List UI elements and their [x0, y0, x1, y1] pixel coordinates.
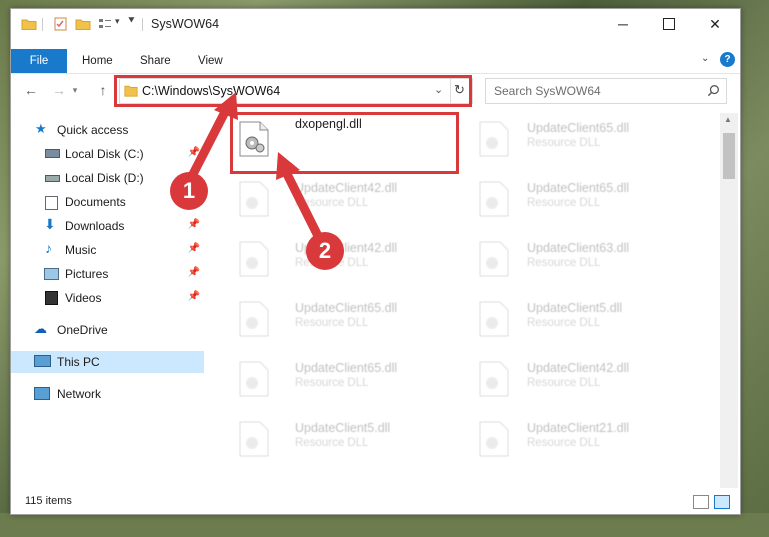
step-badge-2: 2 [306, 232, 344, 270]
item-count: 115 items [25, 495, 72, 507]
tab-view[interactable]: View [198, 49, 223, 73]
dll-file-icon [239, 421, 269, 457]
pin-icon[interactable]: 📌 [188, 219, 200, 230]
file-item[interactable]: UpdateClient5.dll Resource DLL [473, 295, 703, 351]
dll-file-icon [239, 301, 269, 337]
file-highlight-box [230, 112, 459, 174]
dll-file-icon [479, 361, 509, 397]
dll-file-icon [479, 181, 509, 217]
forward-button[interactable]: → [49, 80, 69, 100]
new-folder-icon[interactable] [75, 16, 91, 32]
details-view-icon[interactable] [693, 495, 709, 509]
sidebar-item-quick-access[interactable]: ★ Quick access [11, 119, 204, 141]
file-item[interactable]: UpdateClient42.dll Resource DLL [473, 355, 703, 411]
sidebar-item-onedrive[interactable]: ☁ OneDrive [11, 319, 204, 341]
sidebar-item-local-disk-c[interactable]: Local Disk (C:) 📌 [11, 143, 204, 165]
vertical-scrollbar[interactable]: ▲ [720, 113, 738, 488]
view-options-icon[interactable] [97, 16, 113, 32]
file-item[interactable]: UpdateClient42.dll Resource DLL [233, 175, 463, 231]
ribbon-tabs: File Home Share View ⌄ ? [11, 49, 740, 74]
up-button[interactable]: ↑ [93, 80, 113, 100]
star-icon: ★ [35, 121, 47, 136]
maximize-button[interactable] [646, 9, 692, 39]
customize-toolbar-icon[interactable]: ⯆ [127, 15, 136, 28]
documents-icon [45, 196, 58, 210]
pin-icon[interactable]: 📌 [188, 147, 200, 158]
window-title: SysWOW64 [151, 17, 220, 31]
videos-icon [45, 291, 58, 305]
pin-icon[interactable]: 📌 [188, 243, 200, 254]
computer-icon [34, 355, 51, 367]
back-button[interactable]: ← [21, 80, 41, 100]
search-icon [707, 85, 719, 97]
search-box[interactable]: Search SysWOW64 [485, 78, 727, 104]
folder-icon [21, 19, 37, 30]
sidebar-item-downloads[interactable]: ⬇ Downloads 📌 [11, 215, 204, 237]
close-button[interactable]: ✕ [692, 9, 738, 39]
file-item[interactable]: UpdateClient5.dll Resource DLL [233, 415, 463, 471]
step-badge-1: 1 [170, 172, 208, 210]
file-item[interactable]: UpdateClient63.dll Resource DLL [473, 235, 703, 291]
scrollbar-thumb[interactable] [723, 133, 735, 179]
large-icons-view-icon[interactable] [714, 495, 730, 509]
navigation-pane: ★ Quick access Local Disk (C:) 📌 Local D… [11, 113, 207, 493]
sidebar-item-pictures[interactable]: Pictures 📌 [11, 263, 204, 285]
dll-file-icon [239, 241, 269, 277]
sidebar-item-music[interactable]: ♪ Music 📌 [11, 239, 204, 261]
dll-file-icon [479, 301, 509, 337]
sidebar-item-this-pc[interactable]: This PC [11, 351, 204, 373]
tab-home[interactable]: Home [82, 49, 113, 73]
file-item[interactable]: UpdateClient42.dll Resource DLL [233, 235, 463, 291]
recent-locations-button[interactable]: ▾ [69, 80, 81, 100]
forward-arrow-icon: → [52, 82, 66, 98]
title-bar: ▾ ⯆ SysWOW64 ─ ✕ [11, 9, 740, 39]
file-item[interactable]: UpdateClient65.dll Resource DLL [233, 355, 463, 411]
search-placeholder: Search SysWOW64 [494, 84, 601, 98]
drive-icon [45, 149, 60, 158]
minimize-icon: ─ [618, 16, 628, 32]
properties-icon[interactable] [53, 16, 69, 32]
dll-file-icon [239, 181, 269, 217]
drive-icon [45, 175, 60, 182]
dll-file-icon [479, 421, 509, 457]
dll-file-icon [479, 121, 509, 157]
scroll-up-icon[interactable]: ▲ [724, 115, 732, 124]
pin-icon[interactable]: 📌 [188, 267, 200, 278]
network-icon [34, 387, 50, 400]
sidebar-item-network[interactable]: Network [11, 383, 204, 405]
dll-file-icon [239, 361, 269, 397]
chevron-down-icon[interactable]: ▾ [115, 16, 120, 27]
cloud-icon: ☁ [34, 321, 47, 336]
minimize-button[interactable]: ─ [600, 9, 646, 39]
tab-file[interactable]: File [11, 49, 67, 73]
address-highlight-box [114, 75, 472, 107]
tab-share[interactable]: Share [140, 49, 171, 73]
back-arrow-icon: ← [24, 82, 38, 98]
close-icon: ✕ [709, 15, 721, 32]
file-item[interactable]: UpdateClient65.dll Resource DLL [233, 295, 463, 351]
up-arrow-icon: ↑ [99, 82, 107, 98]
status-bar: 115 items [11, 490, 740, 514]
pictures-icon [44, 268, 59, 280]
maximize-icon [663, 18, 675, 30]
chevron-down-icon: ▾ [72, 84, 78, 95]
help-icon[interactable]: ? [720, 52, 735, 67]
download-icon: ⬇ [44, 216, 56, 232]
pin-icon[interactable]: 📌 [188, 291, 200, 302]
dll-file-icon [479, 241, 509, 277]
music-icon: ♪ [45, 240, 52, 256]
file-item[interactable]: UpdateClient65.dll Resource DLL [473, 115, 703, 171]
file-item[interactable]: UpdateClient21.dll Resource DLL [473, 415, 703, 471]
sidebar-item-videos[interactable]: Videos 📌 [11, 287, 204, 309]
file-item[interactable]: UpdateClient65.dll Resource DLL [473, 175, 703, 231]
expand-ribbon-icon[interactable]: ⌄ [701, 53, 709, 64]
